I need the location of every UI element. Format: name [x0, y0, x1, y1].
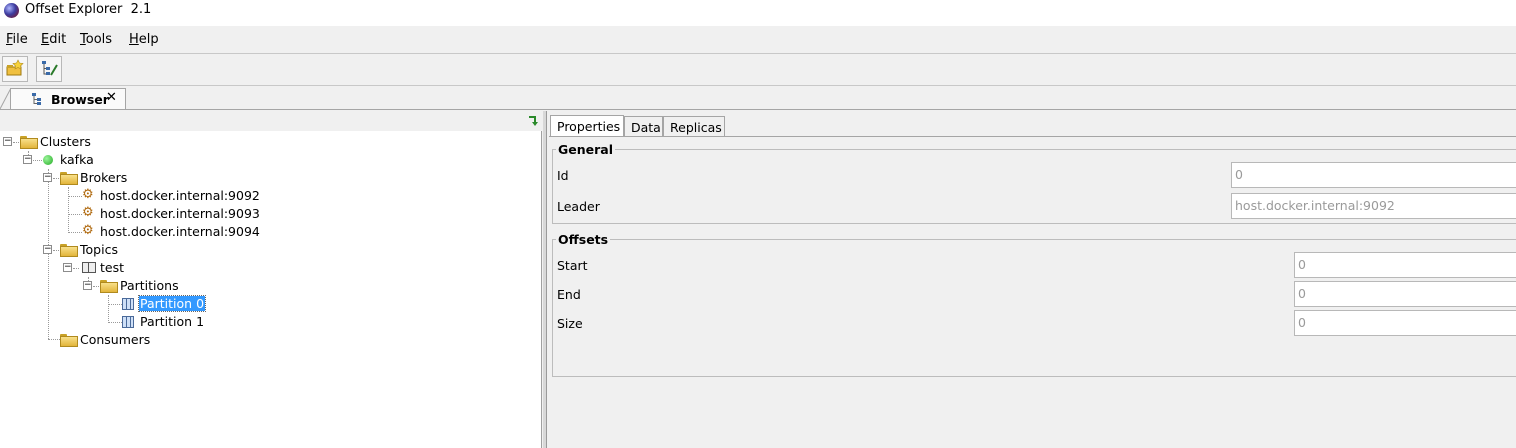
tree-label: Partition 0 — [137, 295, 207, 312]
collapse-icon[interactable]: − — [23, 155, 32, 164]
collapse-icon[interactable]: − — [63, 263, 72, 272]
folder-open-icon — [60, 172, 78, 185]
menu-tools[interactable]: Tools — [80, 32, 112, 47]
tree-edit-icon — [42, 61, 58, 76]
offsets-group-title: Offsets — [556, 232, 611, 247]
tree-node-partitions[interactable]: − Partitions — [0, 277, 540, 295]
tab-data[interactable]: Data — [624, 116, 663, 137]
id-label: Id — [557, 168, 569, 183]
cluster-tree-panel: − Clusters − kafka − Brokers ⚙ host.dock… — [0, 131, 542, 448]
tab-browser[interactable]: Browser ✕ — [10, 88, 126, 110]
tree-label: Topics — [80, 242, 118, 257]
add-cluster-button[interactable] — [2, 56, 28, 82]
title-bar: Offset Explorer 2.1 — [0, 0, 1516, 26]
collapse-icon[interactable]: − — [43, 245, 52, 254]
broker-gear-icon: ⚙ — [82, 187, 94, 202]
start-field[interactable]: 0 — [1294, 252, 1516, 278]
tree-node-consumers[interactable]: Consumers — [0, 331, 540, 349]
collapse-icon[interactable]: − — [43, 173, 52, 182]
browser-icon — [32, 93, 41, 105]
tree-node-brokers[interactable]: − Brokers — [0, 169, 540, 187]
tree-node-partition[interactable]: Partition 1 — [0, 313, 540, 331]
general-group-title: General — [556, 142, 615, 157]
partition-grid-icon — [122, 298, 134, 310]
size-field[interactable]: 0 — [1294, 310, 1516, 336]
tree-label: host.docker.internal:9094 — [100, 224, 260, 239]
toolbar-divider — [0, 85, 1516, 86]
close-tab-icon[interactable]: ✕ — [106, 90, 117, 105]
broker-gear-icon: ⚙ — [82, 205, 94, 220]
tab-replicas[interactable]: Replicas — [663, 116, 725, 137]
collapse-icon[interactable]: − — [83, 281, 92, 290]
size-label: Size — [557, 316, 583, 331]
tree-label: Consumers — [80, 332, 151, 347]
tree-label: Partition 1 — [140, 314, 205, 329]
topic-book-icon — [82, 262, 96, 273]
broker-gear-icon: ⚙ — [82, 223, 94, 238]
detail-tab-underline — [549, 136, 1516, 137]
tab-browser-label: Browser — [51, 92, 109, 107]
tree-node-broker[interactable]: ⚙ host.docker.internal:9092 — [0, 187, 540, 205]
folder-open-icon — [60, 244, 78, 257]
leader-label: Leader — [557, 199, 600, 214]
folder-open-icon — [60, 334, 78, 347]
tree-label: Brokers — [80, 170, 128, 185]
tree-node-topics[interactable]: − Topics — [0, 241, 540, 259]
tree-label: Partitions — [120, 278, 179, 293]
tree-node-broker[interactable]: ⚙ host.docker.internal:9094 — [0, 223, 540, 241]
add-cluster-icon — [6, 59, 24, 76]
tree-label: test — [100, 260, 125, 275]
leader-field[interactable]: host.docker.internal:9092 — [1231, 193, 1516, 219]
id-field[interactable]: 0 — [1231, 162, 1516, 188]
start-label: Start — [557, 258, 588, 273]
menu-edit[interactable]: Edit — [41, 32, 66, 47]
tab-underline — [0, 109, 1516, 110]
tree-label: host.docker.internal:9093 — [100, 206, 260, 221]
partition-grid-icon — [122, 316, 134, 328]
tree-node-cluster-kafka[interactable]: − kafka — [0, 151, 540, 169]
folder-open-icon — [20, 136, 38, 149]
menu-divider — [0, 53, 1516, 54]
tab-properties[interactable]: Properties — [550, 115, 624, 137]
tree-label: host.docker.internal:9092 — [100, 188, 260, 203]
menu-file[interactable]: File — [6, 32, 28, 47]
menu-help[interactable]: Help — [129, 32, 159, 47]
end-field[interactable]: 0 — [1294, 281, 1516, 307]
splitter-line — [546, 111, 547, 448]
window-title: Offset Explorer 2.1 — [25, 2, 152, 17]
end-label: End — [557, 287, 581, 302]
menu-bar: File Edit Tools Help — [0, 28, 1516, 52]
tree-node-clusters[interactable]: − Clusters — [0, 133, 540, 151]
connected-status-icon — [43, 155, 53, 165]
app-logo-icon — [4, 3, 19, 18]
tree-edit-button[interactable] — [36, 56, 62, 82]
refresh-icon[interactable] — [526, 114, 542, 128]
tree-node-broker[interactable]: ⚙ host.docker.internal:9093 — [0, 205, 540, 223]
tree-label: Clusters — [40, 134, 91, 149]
folder-open-icon — [100, 280, 118, 293]
tree-node-topic-test[interactable]: − test — [0, 259, 540, 277]
collapse-icon[interactable]: − — [3, 137, 12, 146]
tree-node-partition-selected[interactable]: Partition 0 — [0, 295, 540, 313]
tree-label: kafka — [60, 152, 94, 167]
